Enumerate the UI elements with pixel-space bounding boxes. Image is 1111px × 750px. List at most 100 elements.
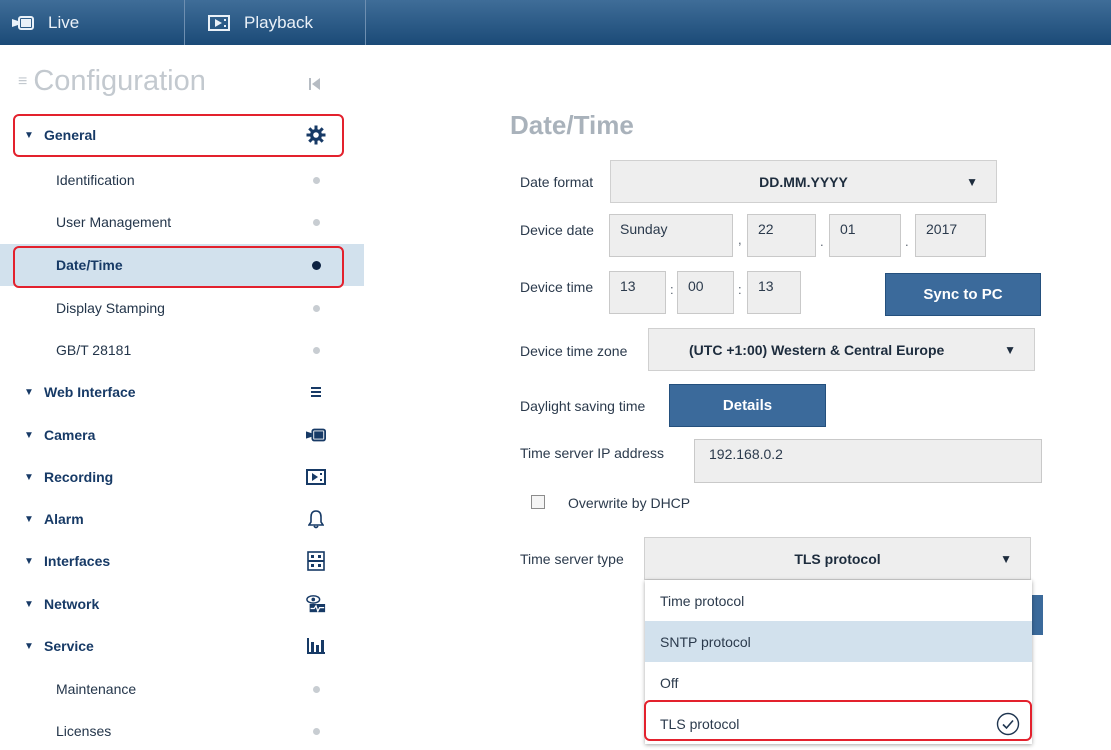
option-label: Time protocol <box>660 592 745 609</box>
month-field[interactable]: 01 <box>829 214 901 257</box>
time-server-type-select[interactable]: TLS protocol ▼ <box>644 537 1031 580</box>
sidebar-section-label: Interfaces <box>44 553 111 569</box>
sidebar-item-label: GB/T 28181 <box>56 342 132 358</box>
minutes-field[interactable]: 00 <box>677 271 734 314</box>
date-separator: . <box>905 234 909 249</box>
seconds-field[interactable]: 13 <box>747 271 801 314</box>
sidebar-item-identification[interactable]: Identification <box>0 159 364 201</box>
day-field[interactable]: 22 <box>747 214 816 257</box>
sidebar-section-recording[interactable]: ▼ Recording <box>0 456 364 498</box>
sidebar-title-text: Configuration <box>33 65 206 97</box>
sidebar-section-label: Alarm <box>44 511 84 527</box>
device-time-label: Device time <box>520 279 594 295</box>
sidebar-title: ≡ Configuration <box>18 65 206 98</box>
option-off[interactable]: Off <box>645 662 1032 703</box>
highlight-date-time <box>13 246 344 288</box>
collapsed-arrow-icon: ▼ <box>24 513 34 525</box>
sidebar-item-label: Display Stamping <box>56 300 165 316</box>
sidebar-section-label: Camera <box>44 427 96 443</box>
sidebar-item-maintenance[interactable]: Maintenance <box>0 668 364 710</box>
bell-icon <box>306 509 326 529</box>
status-dot <box>306 340 326 360</box>
sidebar-section-label: Network <box>44 596 100 612</box>
hours-field[interactable]: 13 <box>609 271 666 314</box>
collapsed-arrow-icon: ▼ <box>24 386 34 398</box>
time-zone-label: Device time zone <box>520 343 628 359</box>
sidebar-section-network[interactable]: ▼ Network <box>0 583 364 625</box>
menu-icon <box>306 382 326 402</box>
sidebar-section-label: Recording <box>44 469 114 485</box>
network-icon <box>306 594 326 614</box>
sidebar-section-web-interface[interactable]: ▼ Web Interface <box>0 371 364 413</box>
date-format-select[interactable]: DD.MM.YYYY ▼ <box>610 160 997 203</box>
sidebar-item-display-stamping[interactable]: Display Stamping <box>0 287 364 329</box>
chevron-down-icon: ▼ <box>1004 342 1016 357</box>
date-separator: . <box>820 234 824 249</box>
highlight-tls-protocol <box>644 700 1032 741</box>
time-server-ip-label: Time server IP address <box>520 445 664 461</box>
sidebar-item-label: Maintenance <box>56 681 137 697</box>
expanded-arrow-icon: ▼ <box>24 640 34 652</box>
overwrite-dhcp-label: Overwrite by DHCP <box>568 495 691 511</box>
chevron-down-icon: ▼ <box>966 174 978 189</box>
option-label: SNTP protocol <box>660 633 751 650</box>
sidebar-item-label: User Management <box>56 214 172 230</box>
year-field[interactable]: 2017 <box>915 214 986 257</box>
collapse-sidebar-icon[interactable] <box>309 77 321 96</box>
interfaces-icon <box>306 551 326 571</box>
playback-icon <box>208 14 230 31</box>
sidebar-item-gbt-28181[interactable]: GB/T 28181 <box>0 329 364 371</box>
option-label: Off <box>660 674 679 691</box>
tab-playback-label: Playback <box>244 12 313 32</box>
partially-hidden-button <box>1031 595 1043 635</box>
tab-playback[interactable]: Playback <box>186 0 366 45</box>
time-server-ip-input[interactable]: 192.168.0.2 <box>694 439 1042 483</box>
collapsed-arrow-icon: ▼ <box>24 429 34 441</box>
time-server-type-value: TLS protocol <box>794 550 881 567</box>
option-time-protocol[interactable]: Time protocol <box>645 580 1032 621</box>
sidebar-item-user-management[interactable]: User Management <box>0 201 364 243</box>
option-sntp-protocol[interactable]: SNTP protocol <box>645 621 1032 662</box>
time-zone-value: (UTC +1:00) Western & Central Europe <box>689 341 945 358</box>
recording-icon <box>306 467 326 487</box>
weekday-field[interactable]: Sunday <box>609 214 733 257</box>
camera-icon <box>306 425 326 445</box>
date-separator: , <box>738 232 742 247</box>
tab-live-label: Live <box>48 12 80 32</box>
sidebar-section-label: Web Interface <box>44 384 136 400</box>
collapsed-arrow-icon: ▼ <box>24 598 34 610</box>
date-format-value: DD.MM.YYYY <box>759 173 848 190</box>
sidebar-section-interfaces[interactable]: ▼ Interfaces <box>0 540 364 582</box>
status-dot <box>306 212 326 232</box>
camera-icon <box>12 15 34 30</box>
dst-label: Daylight saving time <box>520 398 646 414</box>
page-title: Date/Time <box>510 110 634 140</box>
time-separator: : <box>738 282 742 297</box>
sidebar-item-label: Identification <box>56 172 135 188</box>
status-dot <box>306 721 326 741</box>
status-dot <box>306 170 326 190</box>
time-server-type-label: Time server type <box>520 551 624 567</box>
sync-to-pc-button[interactable]: Sync to PC <box>885 273 1041 316</box>
status-dot <box>306 679 326 699</box>
date-format-label: Date format <box>520 174 594 190</box>
sidebar-section-alarm[interactable]: ▼ Alarm <box>0 498 364 540</box>
collapsed-arrow-icon: ▼ <box>24 555 34 567</box>
status-dot <box>306 298 326 318</box>
list-icon: ≡ <box>18 72 28 90</box>
top-navigation-bar: Live Playback <box>0 0 1111 45</box>
sidebar-item-label: Licenses <box>56 723 112 739</box>
chevron-down-icon: ▼ <box>1000 551 1012 566</box>
time-zone-select[interactable]: (UTC +1:00) Western & Central Europe ▼ <box>648 328 1035 371</box>
sidebar-section-label: Service <box>44 638 94 654</box>
device-date-label: Device date <box>520 222 594 238</box>
overwrite-dhcp-checkbox[interactable] <box>531 495 545 509</box>
sidebar-section-service[interactable]: ▼ Service <box>0 625 364 667</box>
sidebar-section-camera[interactable]: ▼ Camera <box>0 414 364 456</box>
service-chart-icon <box>306 636 326 656</box>
sidebar-item-licenses[interactable]: Licenses <box>0 710 364 750</box>
tab-live[interactable]: Live <box>0 0 185 45</box>
time-separator: : <box>670 282 674 297</box>
dst-details-button[interactable]: Details <box>669 384 826 427</box>
highlight-general <box>13 114 344 157</box>
